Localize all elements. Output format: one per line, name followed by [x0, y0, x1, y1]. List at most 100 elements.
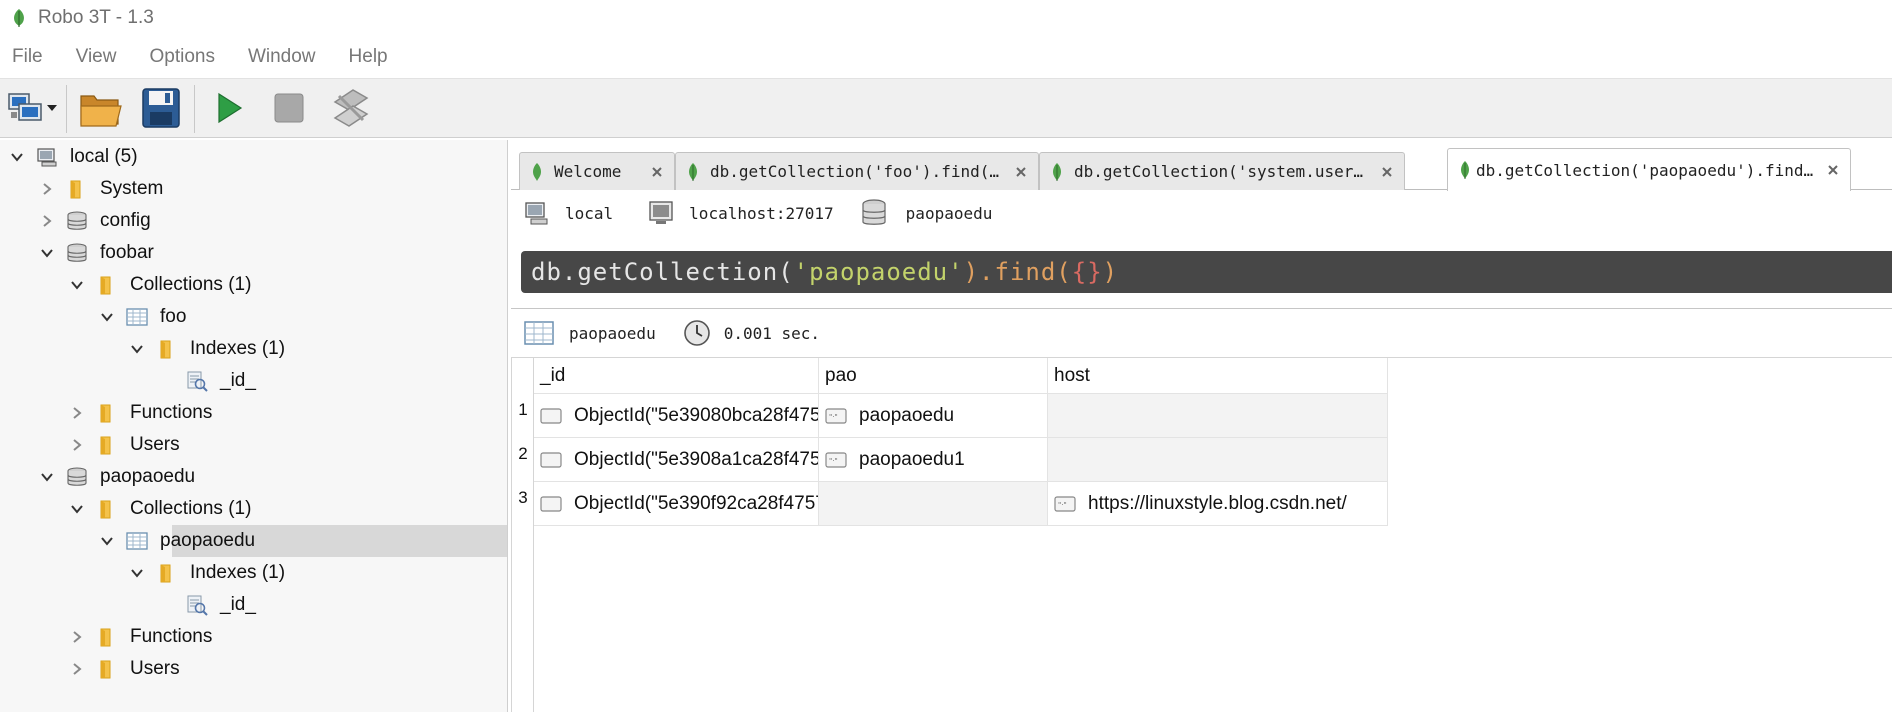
open-folder-icon [80, 95, 122, 127]
chevron-right-icon[interactable] [70, 438, 84, 452]
refresh-icon [333, 89, 369, 127]
query-editor[interactable]: db.getCollection('paopaoedu').find({}) [521, 251, 1892, 293]
server-icon [525, 202, 548, 225]
folder-icon [96, 274, 118, 296]
tab-welcome[interactable]: Welcome [519, 152, 675, 190]
column-header-pao[interactable]: pao [819, 358, 1048, 394]
tree-item[interactable]: Indexes (1) [0, 557, 507, 589]
close-tab-system-users-icon[interactable] [1378, 163, 1396, 181]
tree-item[interactable]: Indexes (1) [0, 333, 507, 365]
chevron-down-icon[interactable] [10, 150, 24, 164]
database-icon [66, 242, 88, 264]
save-icon [142, 88, 180, 128]
refresh-button[interactable] [326, 83, 376, 133]
chevron-right-icon[interactable] [70, 662, 84, 676]
tree-item[interactable]: Functions [0, 621, 507, 653]
chevron-down-icon[interactable] [40, 246, 54, 260]
column-header-host[interactable]: host [1048, 358, 1388, 394]
chevron-down-icon[interactable] [130, 566, 144, 580]
tree-item[interactable]: paopaoedu [0, 461, 507, 493]
folder-icon [96, 498, 118, 520]
folder-icon [156, 338, 178, 360]
tree-item[interactable]: Users [0, 653, 507, 685]
tree-item[interactable]: _id_ [0, 589, 507, 621]
query-arg: {} [1071, 258, 1103, 286]
chevron-down-icon[interactable] [40, 470, 54, 484]
menu-file[interactable]: File [12, 46, 43, 68]
row-number: 2 [518, 444, 528, 463]
close-tab-welcome-icon[interactable] [648, 163, 666, 181]
table-cell-id[interactable]: ObjectId("5e3908a1ca28f47577e... [534, 438, 819, 482]
tree-item-label: Functions [130, 626, 213, 647]
editor-separator [511, 308, 1892, 309]
connection-tree: local (5) System config foobar Collections (… [0, 140, 508, 712]
menu-view[interactable]: View [76, 46, 117, 68]
chevron-down-icon[interactable] [130, 342, 144, 356]
close-tab-paopaoedu-icon[interactable] [1824, 161, 1842, 179]
folder-icon [66, 178, 88, 200]
column-header-id[interactable]: _id [534, 358, 819, 394]
index-icon [186, 594, 208, 616]
chevron-right-icon[interactable] [40, 214, 54, 228]
menu-window[interactable]: Window [248, 46, 316, 68]
folder-icon [156, 562, 178, 584]
tree-item[interactable]: paopaoedu [101, 525, 507, 557]
tree-item[interactable]: System [0, 173, 507, 205]
connect-dropdown[interactable] [44, 83, 60, 133]
table-icon [524, 321, 554, 345]
tree-item[interactable]: Collections (1) [0, 269, 507, 301]
table-cell-pao-empty[interactable] [819, 482, 1048, 526]
close-tab-foo-icon[interactable] [1012, 163, 1030, 181]
open-button[interactable] [76, 83, 126, 133]
chevron-right-icon[interactable] [40, 182, 54, 196]
tree-item-label: _id_ [220, 370, 256, 391]
tree-item[interactable]: Users [0, 429, 507, 461]
save-button[interactable] [136, 83, 186, 133]
table-cell-id[interactable]: ObjectId("5e390f92ca28f47577e... [534, 482, 819, 526]
dropdown-arrow-icon [47, 105, 57, 111]
tab-foo-query[interactable]: db.getCollection('foo').find({}) [675, 152, 1039, 190]
tree-item[interactable]: foo [0, 301, 507, 333]
tree-item[interactable]: local (5) [0, 141, 507, 173]
query-prefix: db.getCollection( [531, 258, 794, 286]
chevron-down-icon[interactable] [70, 278, 84, 292]
row-number: 1 [518, 400, 528, 419]
string-type-icon: "·" [825, 451, 847, 468]
chevron-right-icon[interactable] [70, 630, 84, 644]
execute-button[interactable] [203, 83, 253, 133]
chevron-down-icon[interactable] [70, 502, 84, 516]
table-cell-id[interactable]: ObjectId("5e39080bca28f47577e... [534, 394, 819, 438]
toolbar [0, 78, 1892, 138]
tree-item[interactable]: Functions [0, 397, 507, 429]
stop-button[interactable] [264, 83, 314, 133]
table-cell-pao[interactable]: "·" paopaoedu [819, 394, 1048, 438]
chevron-right-icon[interactable] [70, 406, 84, 420]
chevron-down-icon[interactable] [100, 310, 114, 324]
menu-help[interactable]: Help [349, 46, 388, 68]
tree-item-label: paopaoedu [100, 466, 196, 487]
tree-item[interactable]: config [0, 205, 507, 237]
table-cell-host[interactable]: "·" https://linuxstyle.blog.csdn.net/ [1048, 482, 1388, 526]
collection-icon [126, 530, 148, 552]
menu-options[interactable]: Options [149, 46, 214, 68]
tab-system-users-query[interactable]: db.getCollection('system.users').fi… [1039, 152, 1405, 190]
database-icon [66, 466, 88, 488]
tree-item[interactable]: _id_ [0, 365, 507, 397]
tree-item-label: Users [130, 658, 180, 679]
table-cell-host-empty[interactable] [1048, 438, 1388, 482]
tree-item[interactable]: Collections (1) [0, 493, 507, 525]
chevron-down-icon[interactable] [100, 534, 114, 548]
tree-item[interactable]: foobar [0, 237, 507, 269]
tree-item-label: foobar [100, 242, 154, 263]
robo-logo-icon [533, 162, 541, 181]
table-cell-host-empty[interactable] [1048, 394, 1388, 438]
tab-paopaoedu-query[interactable]: db.getCollection('paopaoedu').find({}) [1447, 148, 1851, 191]
connection-host: localhost:27017 [689, 203, 834, 223]
folder-icon [96, 402, 118, 424]
row-number: 3 [518, 488, 528, 507]
connect-button[interactable] [0, 83, 50, 133]
database-icon [862, 199, 886, 225]
clock-icon [683, 320, 710, 346]
table-cell-pao[interactable]: "·" paopaoedu1 [819, 438, 1048, 482]
svg-text:"·": "·" [829, 457, 838, 465]
